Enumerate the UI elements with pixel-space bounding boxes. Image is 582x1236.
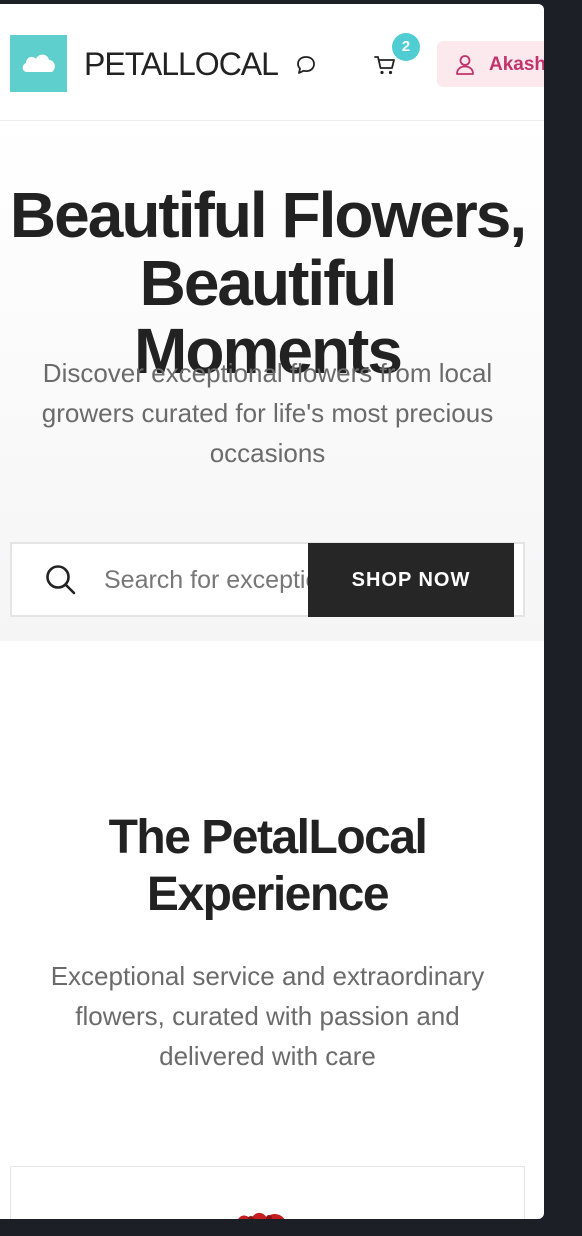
flower-icon bbox=[238, 1212, 285, 1219]
cart-count-badge: 2 bbox=[392, 33, 420, 61]
experience-subtitle: Exceptional service and extraordinary fl… bbox=[50, 961, 485, 1071]
shop-now-button[interactable]: SHOP NOW bbox=[308, 543, 514, 617]
logo[interactable] bbox=[10, 35, 67, 92]
user-icon bbox=[456, 55, 474, 75]
hero-subtitle: Discover exceptional flowers from local … bbox=[41, 358, 494, 468]
experience-title-line1: The PetalLocal bbox=[108, 811, 428, 864]
experience-title: The PetalLocal Experience bbox=[0, 809, 535, 923]
account-button[interactable]: Akash bbox=[437, 41, 544, 87]
experience-title-line2: Experience bbox=[146, 868, 390, 921]
feature-card bbox=[10, 1166, 525, 1219]
browser-frame: PETALLOCAL 2 Akash Beautiful Flowers, Be… bbox=[0, 4, 544, 1219]
cloud-logo-icon bbox=[22, 54, 55, 72]
hero-section: Beautiful Flowers, Beautiful Moments Dis… bbox=[0, 121, 544, 641]
brand-name[interactable]: PETALLOCAL bbox=[84, 46, 279, 82]
hero-title-line1: Beautiful Flowers, bbox=[9, 179, 527, 251]
search-bar: SHOP NOW bbox=[10, 542, 525, 617]
search-icon bbox=[46, 565, 76, 595]
cart-icon[interactable] bbox=[372, 52, 398, 78]
account-name: Akash bbox=[489, 54, 544, 75]
site-header: PETALLOCAL 2 Akash bbox=[0, 4, 544, 121]
chat-icon[interactable] bbox=[294, 53, 318, 77]
search-input[interactable] bbox=[104, 560, 309, 600]
